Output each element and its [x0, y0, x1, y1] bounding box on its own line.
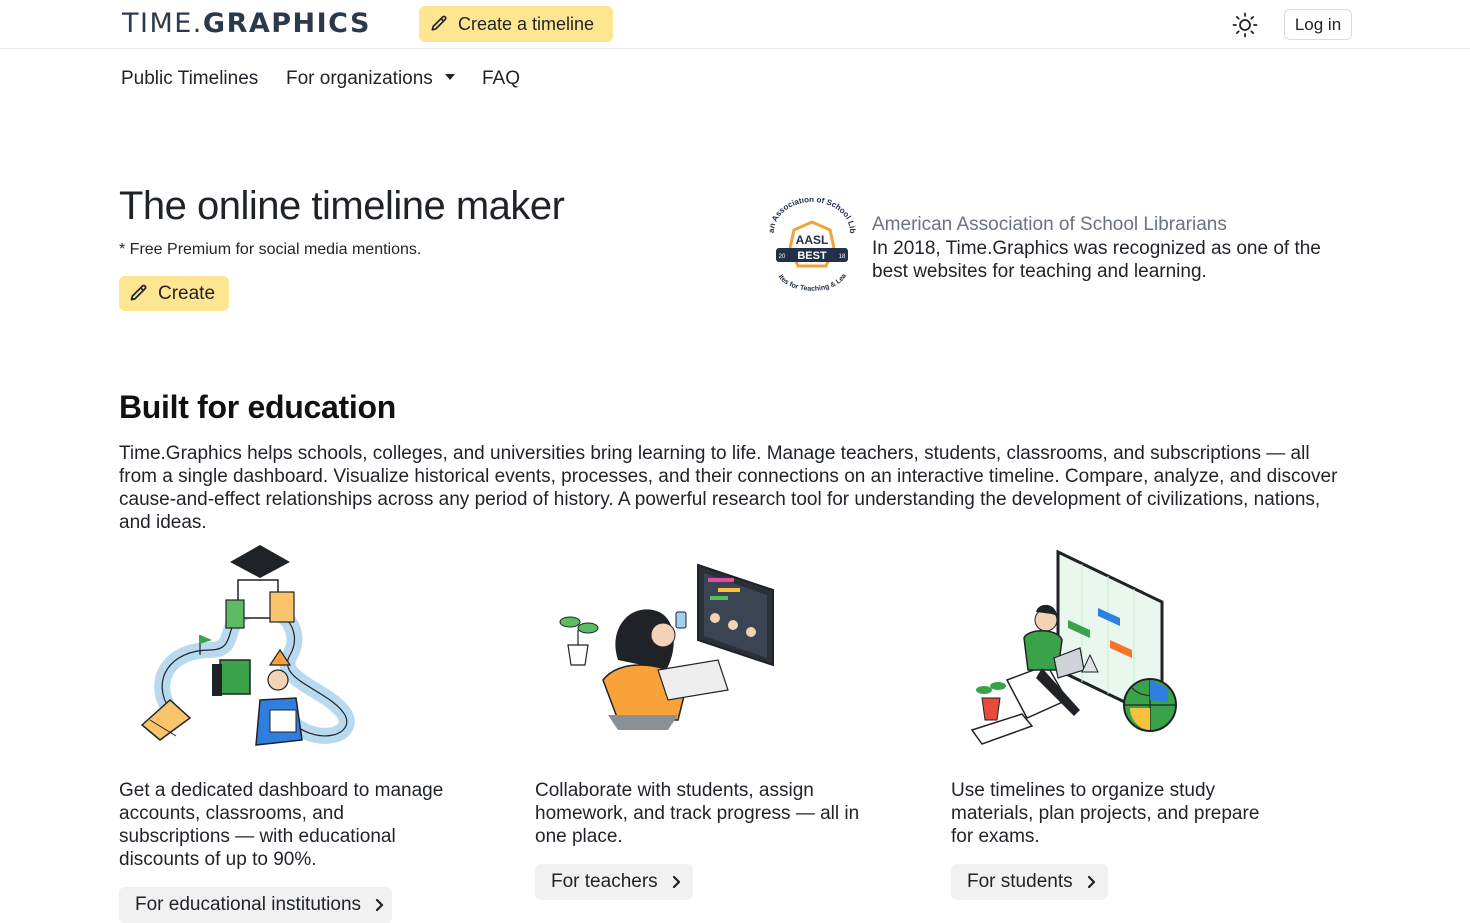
- chevron-right-icon: [1087, 875, 1095, 889]
- for-students-button[interactable]: For students: [951, 864, 1108, 900]
- login-button[interactable]: Log in: [1284, 9, 1352, 40]
- teacher-card-text: Collaborate with students, assign homewo…: [535, 780, 860, 847]
- student-illustration: [970, 549, 1177, 745]
- teacher-illustration: [559, 563, 774, 730]
- hero-note: * Free Premium for social media mentions…: [119, 241, 422, 258]
- award-description: In 2018, Time.Graphics was recognized as…: [872, 238, 1321, 282]
- create-timeline-label: Create a timeline: [458, 13, 595, 34]
- create-button[interactable]: Create: [119, 276, 229, 311]
- caret-down-icon: [444, 73, 455, 80]
- chevron-right-icon: [375, 898, 384, 912]
- institution-card-text: Get a dedicated dashboard to manage acco…: [119, 780, 444, 870]
- award-organization: American Association of School Librarian…: [872, 214, 1227, 235]
- nav-for-organizations-label: For organizations: [286, 68, 433, 89]
- nav-faq[interactable]: FAQ: [482, 66, 520, 92]
- svg-text:18: 18: [839, 254, 846, 260]
- logo-part-graphics: GRAPHICS: [202, 8, 371, 39]
- aasl-award-badge: American Association of School Librarian…: [768, 198, 856, 293]
- logo-part-time: TIME.: [122, 8, 203, 39]
- chevron-right-icon: [672, 875, 680, 889]
- nav-public-timelines[interactable]: Public Timelines: [121, 66, 258, 92]
- education-title: Built for education: [119, 389, 396, 425]
- pencil-icon: [130, 284, 147, 301]
- theme-toggle-button[interactable]: [1232, 12, 1258, 38]
- logo[interactable]: TIME.GRAPHICS: [122, 8, 371, 40]
- hero-title: The online timeline maker: [119, 184, 565, 228]
- education-description: Time.Graphics helps schools, colleges, a…: [119, 443, 1338, 533]
- create-label: Create: [158, 282, 216, 304]
- pencil-icon: [431, 15, 447, 31]
- student-card-text: Use timelines to organize study material…: [951, 780, 1260, 847]
- top-bar: TIME.GRAPHICS Create a timeline Log in: [0, 0, 1470, 49]
- for-institutions-label: For educational institutions: [135, 894, 362, 915]
- svg-text:20: 20: [779, 254, 786, 260]
- for-teachers-button[interactable]: For teachers: [535, 864, 693, 900]
- nav-for-organizations[interactable]: For organizations: [286, 66, 455, 92]
- for-students-label: For students: [967, 871, 1073, 892]
- svg-text:AASL: AASL: [796, 233, 829, 247]
- sun-icon: [1232, 12, 1258, 38]
- svg-text:BEST: BEST: [797, 250, 827, 262]
- for-teachers-label: For teachers: [551, 871, 658, 892]
- for-institutions-button[interactable]: For educational institutions: [119, 887, 392, 923]
- institution-illustration: [140, 545, 355, 746]
- create-timeline-button[interactable]: Create a timeline: [419, 6, 613, 42]
